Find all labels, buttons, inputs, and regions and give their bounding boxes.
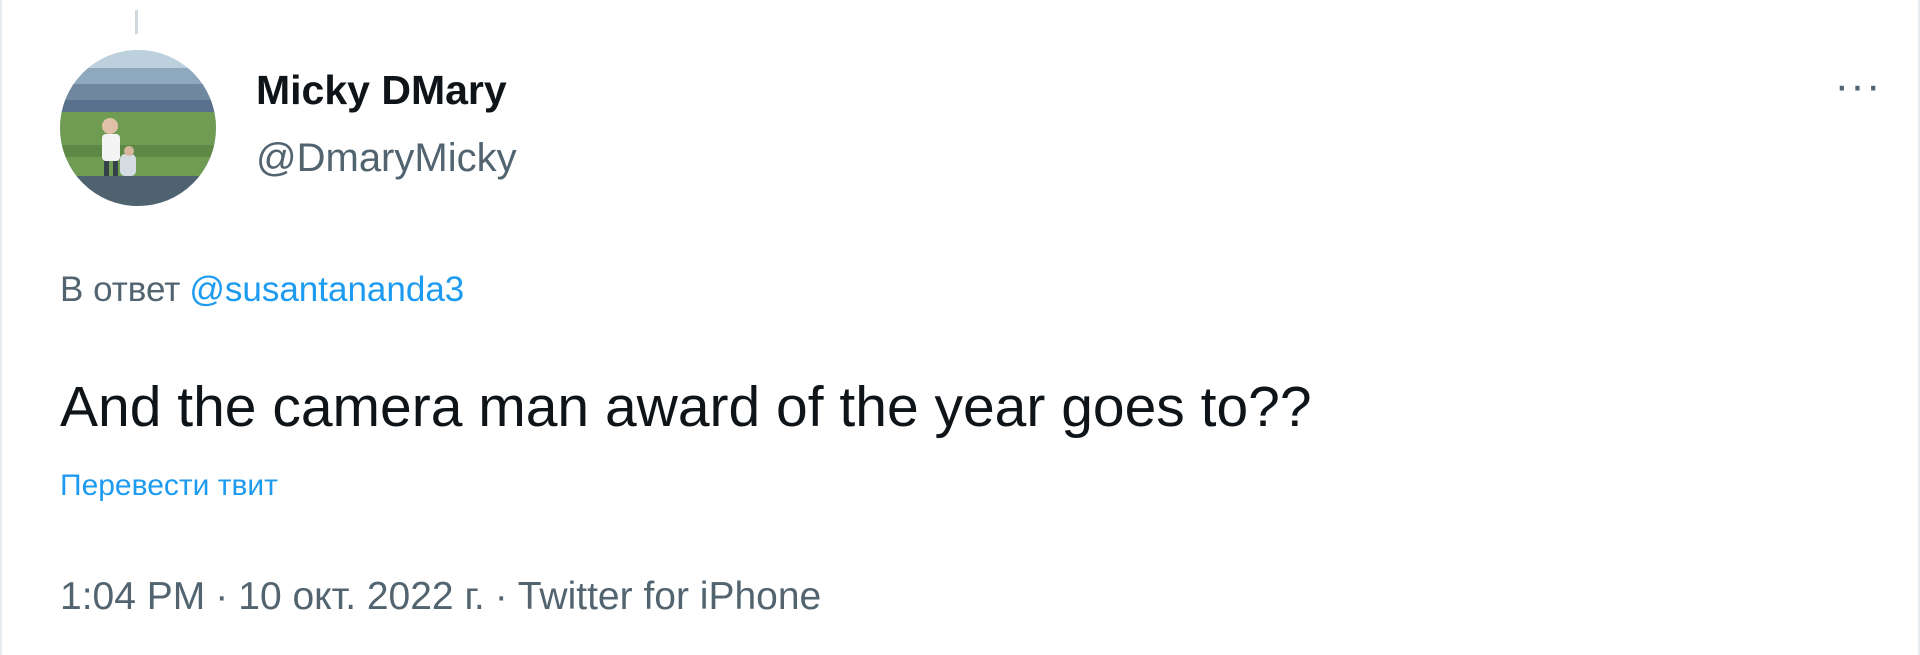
tweet-text: And the camera man award of the year goe… (60, 375, 1312, 439)
metadata-separator: · (215, 575, 229, 618)
tweet-card: Micky DMary @DmaryMicky ··· В ответ @susa… (0, 0, 1920, 655)
author-handle[interactable]: @DmaryMicky (256, 132, 517, 184)
reply-prefix: В ответ (60, 270, 181, 309)
avatar[interactable] (60, 50, 216, 206)
reply-target-link[interactable]: @susantananda3 (189, 270, 464, 309)
tweet-date[interactable]: 10 окт. 2022 г. (238, 575, 485, 618)
tweet-metadata: 1:04 PM · 10 окт. 2022 г. · Twitter for iPho… (60, 571, 821, 623)
translate-tweet-link[interactable]: Перевести твит (60, 464, 278, 508)
tweet-time[interactable]: 1:04 PM (60, 575, 205, 618)
tweet-source[interactable]: Twitter for iPhone (518, 575, 821, 618)
more-options-icon[interactable]: ··· (1824, 64, 1892, 114)
avatar-photo (60, 50, 216, 206)
metadata-separator: · (494, 575, 508, 618)
reply-context: В ответ @susantananda3 (60, 264, 464, 316)
author-display-name[interactable]: Micky DMary (256, 64, 507, 116)
thread-connector-line (135, 10, 138, 34)
